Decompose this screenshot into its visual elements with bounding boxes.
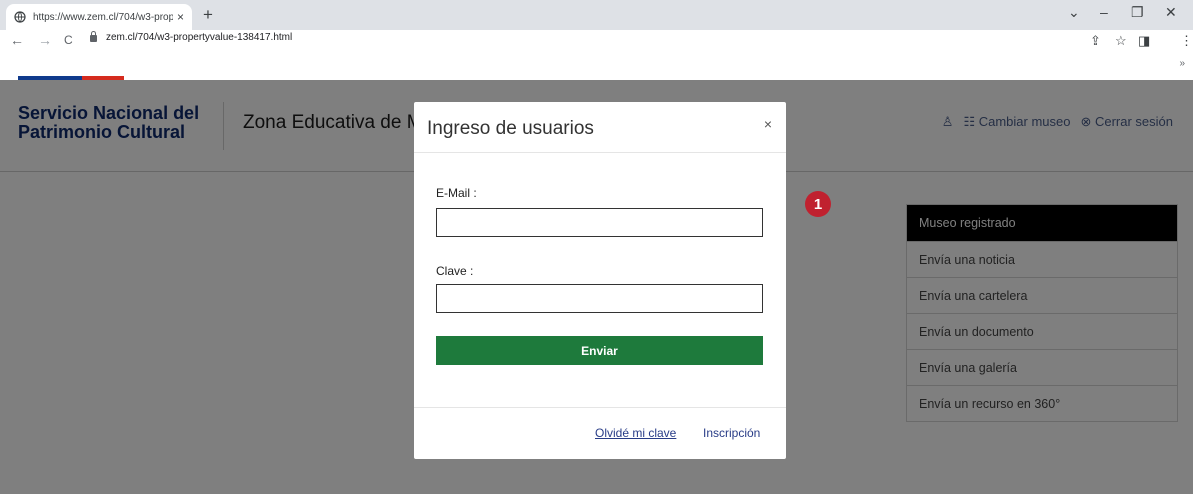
browser-menu-icon[interactable]: ⋮ bbox=[1180, 33, 1193, 49]
forgot-password-link[interactable]: Olvidé mi clave bbox=[595, 426, 676, 440]
tab-list-icon[interactable]: ⌄ bbox=[1068, 4, 1080, 21]
modal-title: Ingreso de usuarios bbox=[427, 118, 594, 139]
star-icon[interactable]: ☆ bbox=[1115, 33, 1127, 49]
reload-button[interactable]: C bbox=[64, 33, 73, 47]
back-button[interactable]: ← bbox=[10, 32, 24, 48]
tab-title: https://www.zem.cl/704/w3-prop bbox=[33, 11, 173, 23]
modal-header-divider bbox=[414, 152, 786, 153]
register-link[interactable]: Inscripción bbox=[703, 426, 760, 440]
url-text: zem.cl/704/w3-propertyvalue-138417.html bbox=[106, 32, 293, 43]
tab-close-icon[interactable]: × bbox=[177, 10, 184, 24]
password-label: Clave : bbox=[436, 264, 474, 278]
new-tab-button[interactable]: + bbox=[203, 5, 213, 25]
submit-button[interactable]: Enviar bbox=[436, 336, 763, 365]
browser-tab[interactable]: https://www.zem.cl/704/w3-prop × bbox=[6, 4, 192, 30]
bookmarks-bar: » bbox=[0, 52, 1193, 80]
browser-tabbar: https://www.zem.cl/704/w3-prop × + ⌄ – ❐… bbox=[0, 0, 1193, 30]
restore-button[interactable]: ❐ bbox=[1131, 4, 1144, 21]
annotation-badge: 1 bbox=[805, 191, 831, 217]
browser-toolbar: ← → C zem.cl/704/w3-propertyvalue-138417… bbox=[0, 30, 1193, 52]
globe-icon bbox=[14, 11, 26, 23]
email-field[interactable] bbox=[436, 208, 763, 237]
side-panel-icon[interactable]: ◨ bbox=[1138, 33, 1150, 49]
close-icon[interactable]: × bbox=[764, 116, 772, 132]
password-field[interactable] bbox=[436, 284, 763, 313]
window-close-button[interactable]: ✕ bbox=[1165, 4, 1177, 21]
forward-button[interactable]: → bbox=[38, 32, 52, 48]
modal-footer-divider bbox=[414, 407, 786, 408]
address-bar[interactable]: zem.cl/704/w3-propertyvalue-138417.html bbox=[90, 31, 293, 43]
lock-icon bbox=[90, 31, 97, 42]
login-modal: Ingreso de usuarios × E-Mail : Clave : E… bbox=[414, 102, 786, 459]
minimize-button[interactable]: – bbox=[1100, 4, 1108, 20]
share-icon[interactable]: ⇪ bbox=[1090, 33, 1101, 49]
email-label: E-Mail : bbox=[436, 186, 477, 200]
bookmarks-more-icon[interactable]: » bbox=[1179, 58, 1185, 69]
